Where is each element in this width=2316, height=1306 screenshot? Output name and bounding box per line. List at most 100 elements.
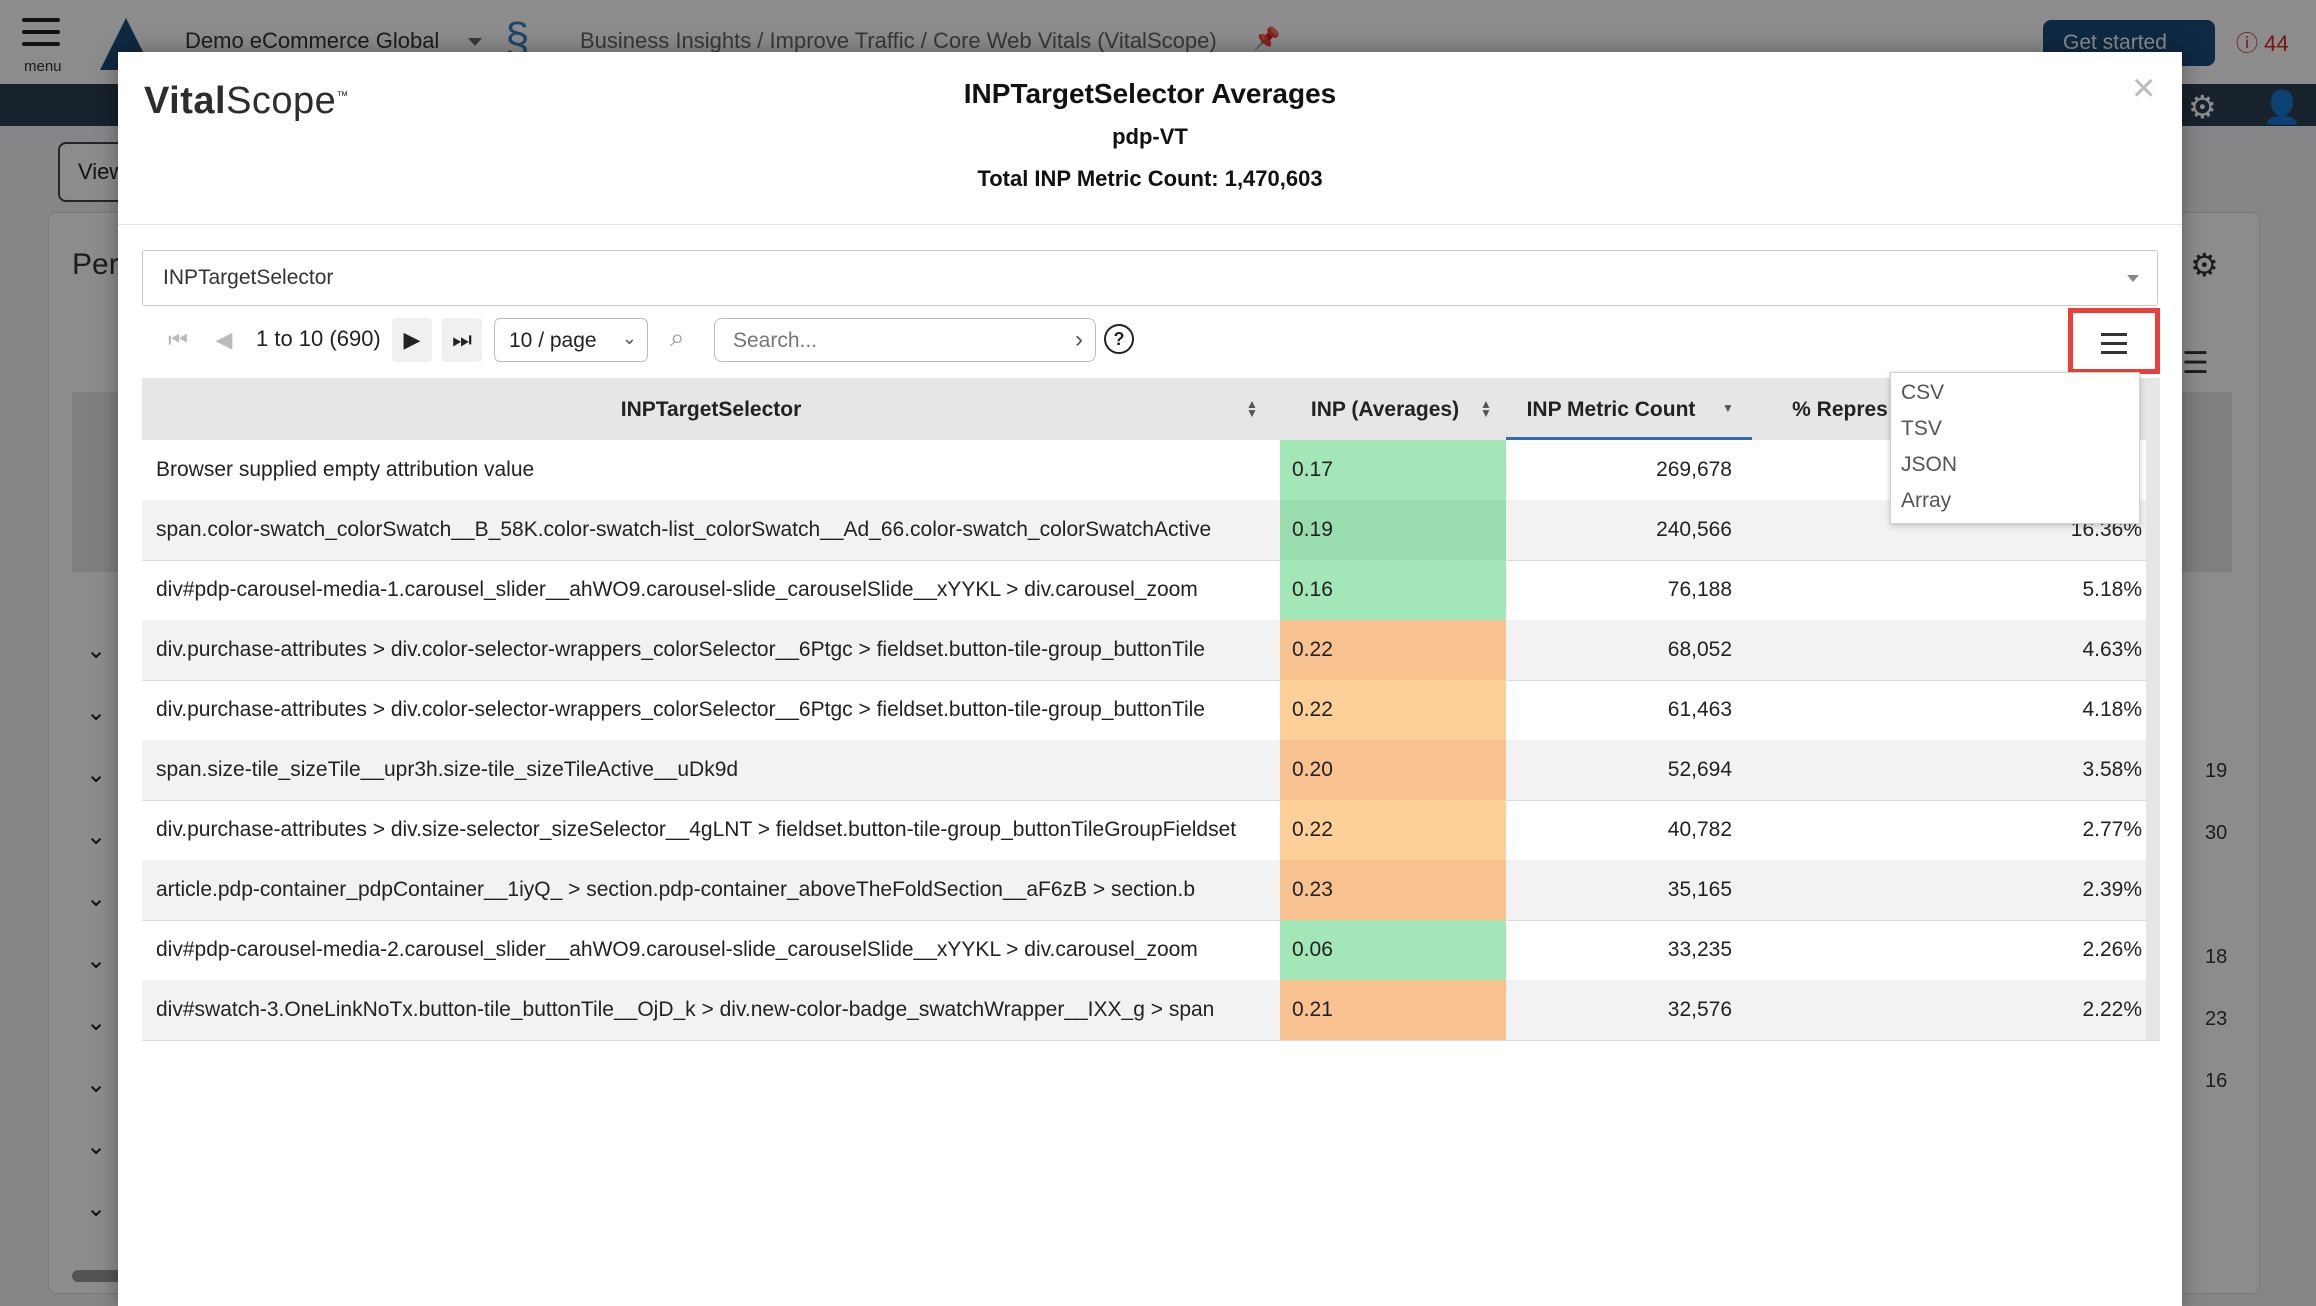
cell-inp: 0.21: [1280, 980, 1506, 1040]
cell-count: 76,188: [1667, 578, 1732, 601]
table-row[interactable]: span.color-swatch_colorSwatch__B_58K.col…: [142, 500, 2160, 561]
sort-desc-icon[interactable]: ▼: [1722, 402, 1734, 414]
cell-count: 240,566: [1656, 518, 1732, 541]
modal-subtitle: pdp-VT: [1112, 124, 1188, 149]
cell-count: 32,576: [1667, 998, 1732, 1021]
cell-inp-value: 0.23: [1292, 878, 1333, 901]
column-header-inp[interactable]: INP (Averages) ▲ ▼: [1280, 378, 1506, 440]
search-input[interactable]: [731, 328, 1055, 354]
cell-count: 68,052: [1667, 638, 1732, 661]
cell-inp: 0.16: [1280, 560, 1506, 620]
cell-selector: div#swatch-3.OneLinkNoTx.button-tile_but…: [156, 998, 1215, 1021]
next-page-icon[interactable]: ▶: [392, 318, 432, 362]
pct-bar: [2146, 860, 2160, 920]
page-size-select[interactable]: 10 / page ⌄: [494, 318, 648, 362]
cell-inp: 0.17: [1280, 440, 1506, 500]
table-row[interactable]: div.purchase-attributes > div.size-selec…: [142, 800, 2160, 861]
cell-pct: 5.18%: [2082, 578, 2142, 601]
cell-inp-value: 0.17: [1292, 458, 1333, 481]
search-icon: ⌕: [670, 322, 685, 352]
table-row[interactable]: article.pdp-container_pdpContainer__1iyQ…: [142, 860, 2160, 921]
cell-count: 61,463: [1667, 698, 1732, 721]
cell-count: 269,678: [1656, 458, 1732, 481]
cell-pct: 2.22%: [2082, 998, 2142, 1021]
dimension-select[interactable]: INPTargetSelector: [142, 250, 2158, 306]
cell-inp: 0.06: [1280, 920, 1506, 980]
export-json-option[interactable]: JSON: [1901, 453, 1957, 477]
cell-inp: 0.22: [1280, 800, 1506, 860]
cell-inp-value: 0.19: [1292, 518, 1333, 541]
help-icon[interactable]: ?: [1104, 324, 1134, 354]
cell-inp-value: 0.06: [1292, 938, 1333, 961]
export-menu-button[interactable]: [2068, 308, 2160, 374]
sort-icon[interactable]: ▲ ▼: [1246, 398, 1258, 419]
cell-count: 40,782: [1667, 818, 1732, 841]
cell-pct: 2.77%: [2082, 818, 2142, 841]
search-submit-icon[interactable]: ›: [1075, 326, 1083, 354]
column-header-count[interactable]: INP Metric Count ▼: [1506, 378, 1752, 440]
modal-title: INPTargetSelector Averages: [963, 78, 1337, 109]
export-dropdown: CSV TSV JSON Array: [1890, 372, 2140, 524]
table-row[interactable]: div#swatch-3.OneLinkNoTx.button-tile_but…: [142, 980, 2160, 1041]
page-range: 1 to 10 (690): [256, 326, 381, 351]
pct-bar: [2146, 980, 2160, 1040]
pct-bar: [2146, 500, 2160, 560]
pct-bar: [2146, 740, 2160, 800]
cell-inp-value: 0.20: [1292, 758, 1333, 781]
search-field[interactable]: ›: [714, 318, 1096, 362]
cell-count: 52,694: [1667, 758, 1732, 781]
cell-inp: 0.20: [1280, 740, 1506, 800]
table-row[interactable]: div#pdp-carousel-media-1.carousel_slider…: [142, 560, 2160, 621]
cell-inp-value: 0.22: [1292, 698, 1333, 721]
cell-selector: div.purchase-attributes > div.size-selec…: [156, 818, 1237, 841]
prev-page-icon[interactable]: ◀: [204, 318, 244, 362]
cell-inp-value: 0.22: [1292, 638, 1333, 661]
table-row[interactable]: div.purchase-attributes > div.color-sele…: [142, 620, 2160, 681]
cell-selector: div.purchase-attributes > div.color-sele…: [156, 638, 1205, 661]
cell-selector: div.purchase-attributes > div.color-sele…: [156, 698, 1205, 721]
pct-bar: [2146, 680, 2160, 740]
column-header-selector[interactable]: INPTargetSelector ▲ ▼: [142, 378, 1280, 440]
cell-selector: div#pdp-carousel-media-2.carousel_slider…: [156, 938, 1198, 961]
pct-bar: [2146, 620, 2160, 680]
pct-bar: [2146, 560, 2160, 620]
cell-inp: 0.19: [1280, 500, 1506, 560]
pct-bar: [2146, 800, 2160, 860]
export-csv-option[interactable]: CSV: [1901, 381, 1944, 405]
first-page-icon[interactable]: ⏮: [158, 318, 198, 362]
sort-icon[interactable]: ▲ ▼: [1480, 398, 1492, 419]
cell-selector: span.size-tile_sizeTile__upr3h.size-tile…: [156, 758, 739, 781]
export-array-option[interactable]: Array: [1901, 489, 1951, 513]
cell-pct: 3.58%: [2082, 758, 2142, 781]
cell-count: 33,235: [1667, 938, 1732, 961]
cell-count: 35,165: [1667, 878, 1732, 901]
table-row[interactable]: span.size-tile_sizeTile__upr3h.size-tile…: [142, 740, 2160, 801]
pct-bar: [2146, 440, 2160, 500]
cell-pct: 2.26%: [2082, 938, 2142, 961]
averages-modal: VitalScope™ × INPTargetSelector Averages…: [118, 52, 2182, 1306]
table-row[interactable]: Browser supplied empty attribution value…: [142, 440, 2160, 501]
cell-inp-value: 0.22: [1292, 818, 1333, 841]
cell-pct: 2.39%: [2082, 878, 2142, 901]
cell-inp-value: 0.16: [1292, 578, 1333, 601]
cell-inp: 0.22: [1280, 620, 1506, 680]
cell-selector: article.pdp-container_pdpContainer__1iyQ…: [156, 878, 1195, 901]
divider: [118, 224, 2182, 225]
cell-pct: 4.63%: [2082, 638, 2142, 661]
table-row[interactable]: div.purchase-attributes > div.color-sele…: [142, 680, 2160, 741]
page-size-value: 10 / page: [509, 329, 597, 352]
cell-inp: 0.23: [1280, 860, 1506, 920]
cell-selector: div#pdp-carousel-media-1.carousel_slider…: [156, 578, 1198, 601]
chevron-down-icon: [2127, 275, 2139, 282]
table-row[interactable]: div#pdp-carousel-media-2.carousel_slider…: [142, 920, 2160, 981]
cell-selector: span.color-swatch_colorSwatch__B_58K.col…: [156, 518, 1212, 541]
last-page-icon[interactable]: ⏭: [442, 318, 482, 362]
export-tsv-option[interactable]: TSV: [1901, 417, 1942, 441]
cell-pct: 4.18%: [2082, 698, 2142, 721]
pct-bar: [2146, 920, 2160, 980]
total-count: Total INP Metric Count: 1,470,603: [977, 166, 1323, 191]
chevron-down-icon: ⌄: [621, 328, 637, 348]
dimension-select-value: INPTargetSelector: [163, 266, 334, 289]
cell-selector: Browser supplied empty attribution value: [156, 458, 535, 481]
cell-inp-value: 0.21: [1292, 998, 1333, 1021]
